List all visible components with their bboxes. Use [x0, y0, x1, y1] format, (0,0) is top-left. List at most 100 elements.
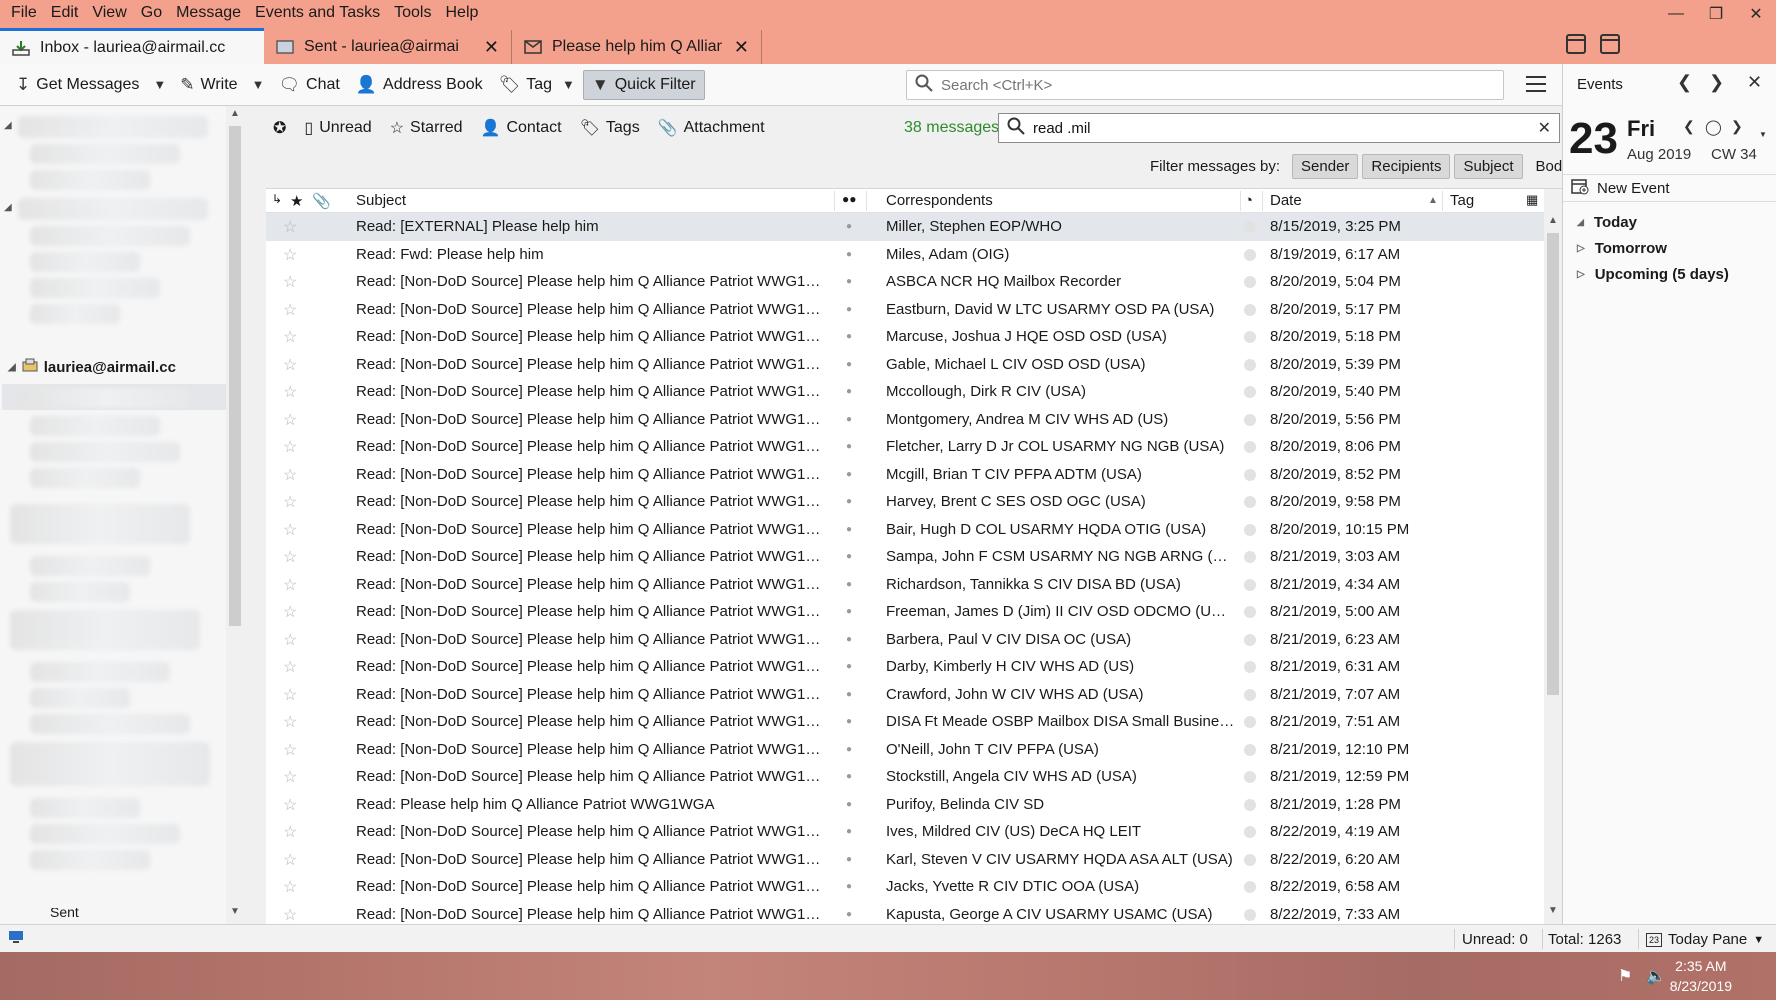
tab-sent[interactable]: Sent - lauriea@airmail.cc ✕: [264, 30, 512, 64]
read-status-icon[interactable]: ●: [846, 359, 852, 370]
account-root[interactable]: ◢ lauriea@airmail.cc: [8, 358, 176, 376]
table-row[interactable]: ☆ Read: [Non-DoD Source] Please help him …: [266, 708, 1544, 736]
menu-view[interactable]: View: [85, 0, 133, 26]
table-row[interactable]: ☆ Read: [Non-DoD Source] Please help him …: [266, 846, 1544, 874]
table-row[interactable]: ☆ Read: [Non-DoD Source] Please help him …: [266, 296, 1544, 324]
options-dropdown-icon[interactable]: ▼: [1759, 130, 1767, 139]
junk-status-icon[interactable]: [1244, 441, 1256, 453]
read-status-icon[interactable]: ●: [846, 304, 852, 315]
tag-button[interactable]: 🏷 Tag ▼: [491, 70, 583, 100]
menu-edit[interactable]: Edit: [44, 0, 86, 26]
read-status-icon[interactable]: ●: [846, 826, 852, 837]
junk-status-icon[interactable]: [1244, 551, 1256, 563]
star-toggle-icon[interactable]: ☆: [283, 547, 297, 567]
table-row[interactable]: ☆ Read: [Non-DoD Source] Please help him …: [266, 626, 1544, 654]
junk-status-icon[interactable]: [1244, 908, 1256, 921]
star-toggle-icon[interactable]: ☆: [283, 465, 297, 485]
star-toggle-icon[interactable]: ☆: [283, 492, 297, 512]
clear-search-icon[interactable]: ✕: [1538, 118, 1551, 138]
read-status-icon[interactable]: ●: [846, 716, 852, 727]
subject-column-header[interactable]: Subject: [356, 192, 406, 209]
junk-status-icon[interactable]: [1244, 468, 1256, 481]
next-day-icon[interactable]: ❯: [1709, 72, 1724, 93]
filter-sender-toggle[interactable]: Sender: [1292, 153, 1359, 179]
filter-subject-toggle[interactable]: Subject: [1454, 153, 1523, 179]
previous-day-icon[interactable]: ❮: [1677, 72, 1692, 93]
star-toggle-icon[interactable]: ☆: [283, 382, 297, 402]
junk-status-icon[interactable]: [1244, 386, 1256, 398]
tab-message[interactable]: Please help him Q Alliance P ✕: [512, 30, 762, 64]
quick-filter-button[interactable]: ▼ Quick Filter: [582, 69, 705, 100]
table-row[interactable]: ☆ Read: [Non-DoD Source] Please help him …: [266, 268, 1544, 296]
table-row[interactable]: ☆ Read: [Non-DoD Source] Please help him …: [266, 818, 1544, 846]
star-toggle-icon[interactable]: ☆: [283, 327, 297, 347]
online-status-icon[interactable]: [8, 929, 26, 949]
read-status-icon[interactable]: ●: [846, 524, 852, 535]
star-toggle-icon[interactable]: ☆: [283, 905, 297, 925]
get-messages-button[interactable]: ↧ Get Messages: [8, 70, 147, 100]
junk-status-icon[interactable]: [1244, 688, 1256, 701]
restore-button[interactable]: ❐: [1696, 0, 1736, 28]
junk-status-icon[interactable]: [1244, 661, 1256, 673]
scroll-up-icon[interactable]: ▲: [1544, 215, 1562, 231]
junk-status-icon[interactable]: [1244, 881, 1256, 893]
close-window-button[interactable]: ✕: [1736, 0, 1776, 28]
date-column-header[interactable]: Date: [1270, 192, 1302, 209]
agenda-tomorrow[interactable]: ▷ Tomorrow: [1577, 240, 1667, 257]
read-status-icon[interactable]: ●: [846, 854, 852, 865]
table-row[interactable]: ☆ Read: [Non-DoD Source] Please help him …: [266, 598, 1544, 626]
filter-unread-button[interactable]: ▯ Unread: [295, 113, 380, 143]
next-small-icon[interactable]: ❯: [1731, 118, 1743, 135]
read-status-icon[interactable]: ●: [846, 441, 852, 452]
table-row[interactable]: ☆ Read: [Non-DoD Source] Please help him …: [266, 378, 1544, 406]
junk-status-icon[interactable]: [1244, 633, 1256, 646]
read-status-icon[interactable]: ●: [846, 634, 852, 645]
menu-events-and-tasks[interactable]: Events and Tasks: [248, 0, 387, 26]
star-toggle-icon[interactable]: ☆: [283, 575, 297, 595]
star-toggle-icon[interactable]: ☆: [283, 822, 297, 842]
junk-status-icon[interactable]: [1244, 496, 1256, 508]
table-row[interactable]: ☆ Read: [Non-DoD Source] Please help him …: [266, 488, 1544, 516]
star-toggle-icon[interactable]: ☆: [283, 437, 297, 457]
close-pane-icon[interactable]: ✕: [1747, 72, 1762, 93]
junk-status-icon[interactable]: [1244, 331, 1256, 343]
table-row[interactable]: ☆ Read: [Non-DoD Source] Please help him …: [266, 351, 1544, 379]
clock[interactable]: 2:35 AM 8/23/2019: [1670, 956, 1732, 996]
read-status-icon[interactable]: ●: [846, 881, 852, 892]
sticky-filter-button[interactable]: ✪: [264, 113, 295, 143]
junk-column-icon[interactable]: ◔: [1244, 192, 1253, 209]
table-row[interactable]: ☆ Read: [Non-DoD Source] Please help him …: [266, 571, 1544, 599]
scroll-down-icon[interactable]: ▼: [226, 906, 244, 922]
get-messages-dropdown-icon[interactable]: ▼: [147, 77, 172, 92]
read-status-icon[interactable]: ●: [846, 799, 852, 810]
read-status-icon[interactable]: ●: [846, 744, 852, 755]
write-button[interactable]: ✎ Write: [172, 70, 245, 100]
scroll-thumb[interactable]: [229, 126, 241, 626]
star-toggle-icon[interactable]: ☆: [283, 767, 297, 787]
read-status-icon[interactable]: ●: [846, 331, 852, 342]
junk-status-icon[interactable]: [1244, 606, 1256, 618]
junk-status-icon[interactable]: [1244, 221, 1256, 233]
volume-icon[interactable]: 🔈: [1646, 966, 1666, 986]
read-status-icon[interactable]: ●: [846, 579, 852, 590]
star-toggle-icon[interactable]: ☆: [283, 300, 297, 320]
star-toggle-icon[interactable]: ☆: [283, 520, 297, 540]
menu-tools[interactable]: Tools: [387, 0, 438, 26]
star-toggle-icon[interactable]: ☆: [283, 685, 297, 705]
filter-recipients-toggle[interactable]: Recipients: [1362, 153, 1451, 179]
agenda-upcoming[interactable]: ▷ Upcoming (5 days): [1577, 266, 1729, 283]
junk-status-icon[interactable]: [1244, 523, 1256, 536]
attachment-column-icon[interactable]: 📎: [312, 192, 331, 210]
read-status-icon[interactable]: ●: [846, 661, 852, 672]
star-toggle-icon[interactable]: ☆: [283, 272, 297, 292]
table-row[interactable]: ☆ Read: Fwd: Please help him ● Miles, Adam …: [266, 241, 1544, 269]
table-row[interactable]: ☆ Read: [Non-DoD Source] Please help him …: [266, 516, 1544, 544]
scroll-down-icon[interactable]: ▼: [1544, 905, 1562, 921]
menu-message[interactable]: Message: [169, 0, 248, 26]
tag-column-header[interactable]: Tag: [1450, 192, 1474, 209]
table-row[interactable]: ☆ Read: [Non-DoD Source] Please help him …: [266, 653, 1544, 681]
quick-filter-search[interactable]: ✕: [998, 113, 1560, 143]
filter-attachment-button[interactable]: 📎 Attachment: [649, 113, 774, 143]
read-status-column-icon[interactable]: ●●: [842, 192, 857, 206]
table-row[interactable]: ☆ Read: [Non-DoD Source] Please help him …: [266, 433, 1544, 461]
